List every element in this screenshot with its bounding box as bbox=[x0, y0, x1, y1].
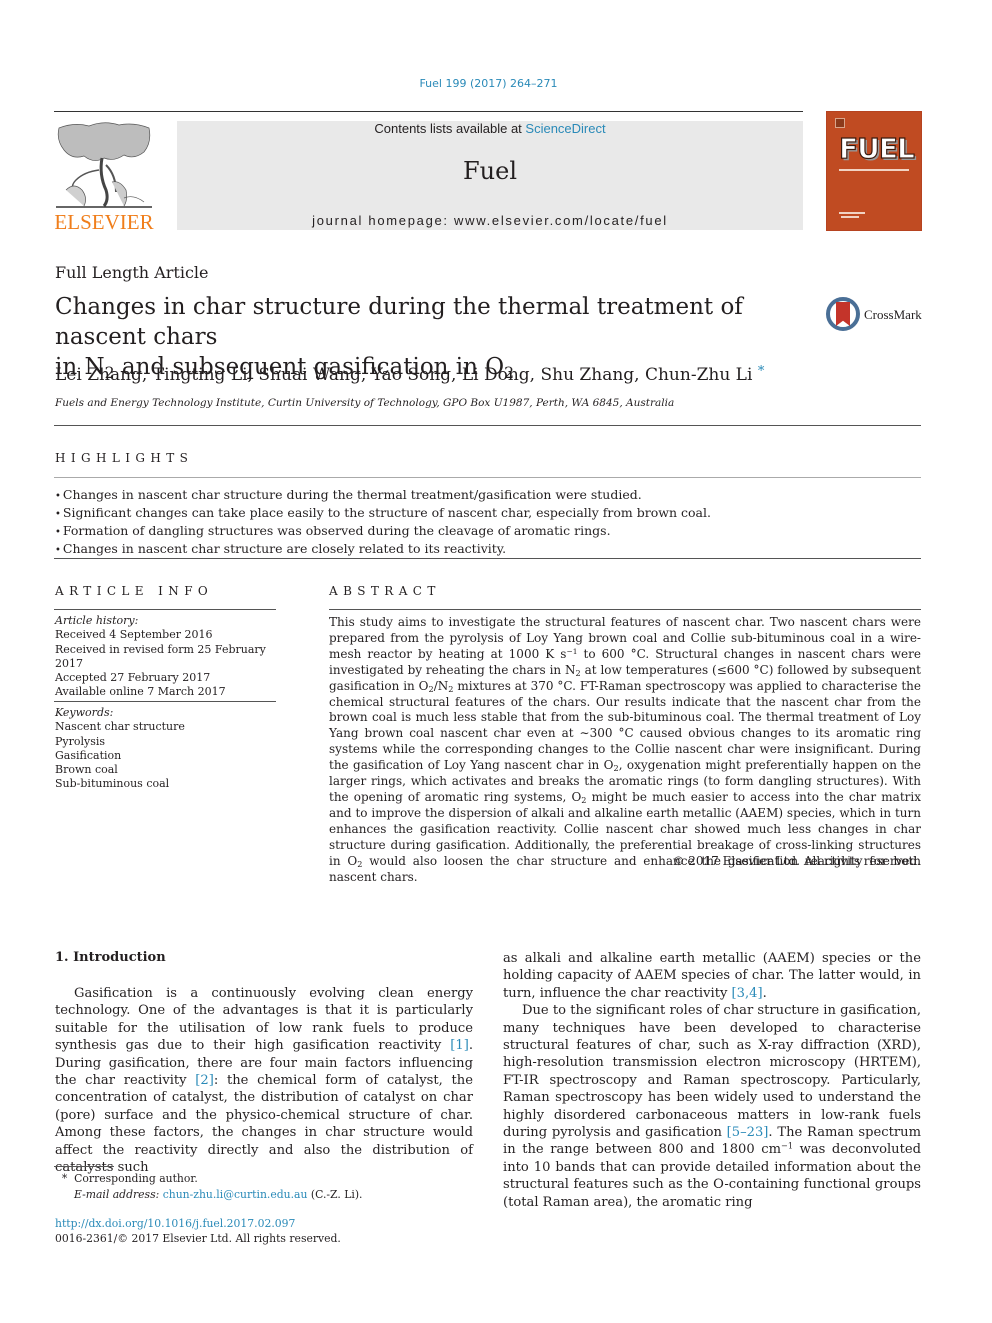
email-note: E-mail address: chun-zhu.li@curtin.edu.a… bbox=[74, 1187, 363, 1201]
email-link[interactable]: chun-zhu.li@curtin.edu.au bbox=[163, 1188, 308, 1201]
contents-prefix: Contents lists available at bbox=[374, 121, 526, 136]
keyword-item: Gasification bbox=[55, 748, 122, 762]
keyword-item: Sub-bituminous coal bbox=[55, 777, 170, 791]
highlights-heading: HIGHLIGHTS bbox=[55, 451, 194, 465]
article-title-line-1: Changes in char structure during the the… bbox=[55, 294, 743, 350]
article-type: Full Length Article bbox=[55, 263, 209, 282]
keyword-item: Pyrolysis bbox=[55, 734, 106, 748]
footnote-divider bbox=[54, 1166, 114, 1167]
article-history-label: Article history: bbox=[55, 614, 139, 627]
keyword-item: Nascent char structure bbox=[55, 720, 185, 734]
citation-link[interactable]: [5–23] bbox=[727, 1125, 769, 1140]
header-rule bbox=[54, 111, 803, 112]
cover-footer-line bbox=[839, 212, 865, 214]
author-list: Lei Zhang, Tingting Li, Shuai Wang, Yao … bbox=[55, 364, 764, 385]
keywords: Keywords: Nascent char structure Pyrolys… bbox=[55, 706, 277, 792]
keyword-item: Brown coal bbox=[55, 763, 118, 777]
intro-paragraph-1: Gasification is a continuously evolving … bbox=[55, 986, 473, 1176]
article-info-heading: ARTICLE INFO bbox=[55, 584, 214, 598]
journal-title: Fuel bbox=[463, 157, 517, 185]
citation-link[interactable]: [1] bbox=[450, 1038, 469, 1053]
intro-paragraph-1-continued: as alkali and alkaline earth metallic (A… bbox=[503, 951, 921, 1001]
issn-line: 0016-2361/© 2017 Elsevier Ltd. All right… bbox=[55, 1232, 341, 1245]
affiliation: Fuels and Energy Technology Institute, C… bbox=[55, 397, 675, 409]
journal-reference-text[interactable]: Fuel 199 (2017) 264–271 bbox=[419, 77, 557, 90]
elsevier-wordmark: ELSEVIER bbox=[54, 210, 154, 234]
journal-reference-link[interactable]: Fuel 199 (2017) 264–271 bbox=[0, 77, 977, 90]
sciencedirect-link[interactable]: ScienceDirect bbox=[525, 121, 605, 136]
section-divider bbox=[54, 425, 921, 426]
journal-cover-image[interactable]: FUEL bbox=[826, 111, 922, 231]
intro-column-2: as alkali and alkaline earth metallic (A… bbox=[503, 950, 921, 1211]
section-heading-introduction: 1. Introduction bbox=[55, 950, 166, 965]
abstract-heading: ABSTRACT bbox=[329, 584, 441, 598]
article-info-divider bbox=[54, 701, 276, 702]
article-info-divider bbox=[54, 609, 276, 610]
highlight-item: Formation of dangling structures was obs… bbox=[55, 523, 922, 541]
citation-link[interactable]: [2] bbox=[195, 1073, 214, 1088]
doi-link[interactable]: http://dx.doi.org/10.1016/j.fuel.2017.02… bbox=[55, 1217, 295, 1230]
citation-link[interactable]: [3,4] bbox=[732, 986, 763, 1001]
history-item: Received 4 September 2016 bbox=[55, 628, 213, 642]
cover-tagline bbox=[839, 169, 909, 171]
highlight-item: Changes in nascent char structure are cl… bbox=[55, 541, 922, 559]
section-divider bbox=[54, 558, 921, 559]
history-item: Accepted 27 February 2017 bbox=[55, 671, 211, 685]
journal-homepage-link[interactable]: journal homepage: www.elsevier.com/locat… bbox=[177, 213, 803, 228]
page-footer: http://dx.doi.org/10.1016/j.fuel.2017.02… bbox=[55, 1216, 475, 1246]
elsevier-logo: ELSEVIER bbox=[54, 120, 154, 235]
cover-publisher-icon bbox=[835, 118, 845, 128]
journal-masthead: Contents lists available at ScienceDirec… bbox=[177, 121, 803, 230]
section-divider bbox=[54, 477, 921, 478]
abstract-divider bbox=[329, 609, 921, 610]
cover-title: FUEL bbox=[838, 131, 915, 165]
history-item: Available online 7 March 2017 bbox=[55, 685, 226, 699]
elsevier-tree-icon bbox=[56, 122, 152, 208]
abstract-text: This study aims to investigate the struc… bbox=[329, 615, 922, 884]
article-history: Article history: Received 4 September 20… bbox=[55, 614, 277, 700]
corresponding-author-note: * Corresponding author. bbox=[61, 1172, 198, 1185]
keywords-label: Keywords: bbox=[55, 706, 114, 719]
history-item: Received in revised form 25 February 201… bbox=[55, 642, 266, 670]
highlights-list: Changes in nascent char structure during… bbox=[55, 487, 922, 559]
crossmark-label: CrossMark bbox=[864, 307, 922, 322]
highlight-item: Changes in nascent char structure during… bbox=[55, 487, 922, 505]
corresponding-author-link[interactable]: * bbox=[758, 364, 765, 379]
footnotes: * Corresponding author. E-mail address: … bbox=[55, 1171, 475, 1202]
contents-line: Contents lists available at ScienceDirec… bbox=[177, 121, 803, 136]
highlight-item: Significant changes can take place easil… bbox=[55, 505, 922, 523]
authors-text: Lei Zhang, Tingting Li, Shuai Wang, Yao … bbox=[55, 365, 753, 385]
abstract-copyright: © 2017 Elsevier Ltd. All rights reserved… bbox=[672, 854, 921, 868]
cover-footer-line bbox=[841, 216, 859, 218]
crossmark-button[interactable]: CrossMark bbox=[826, 297, 926, 333]
intro-paragraph-2: Due to the significant roles of char str… bbox=[503, 1003, 922, 1210]
